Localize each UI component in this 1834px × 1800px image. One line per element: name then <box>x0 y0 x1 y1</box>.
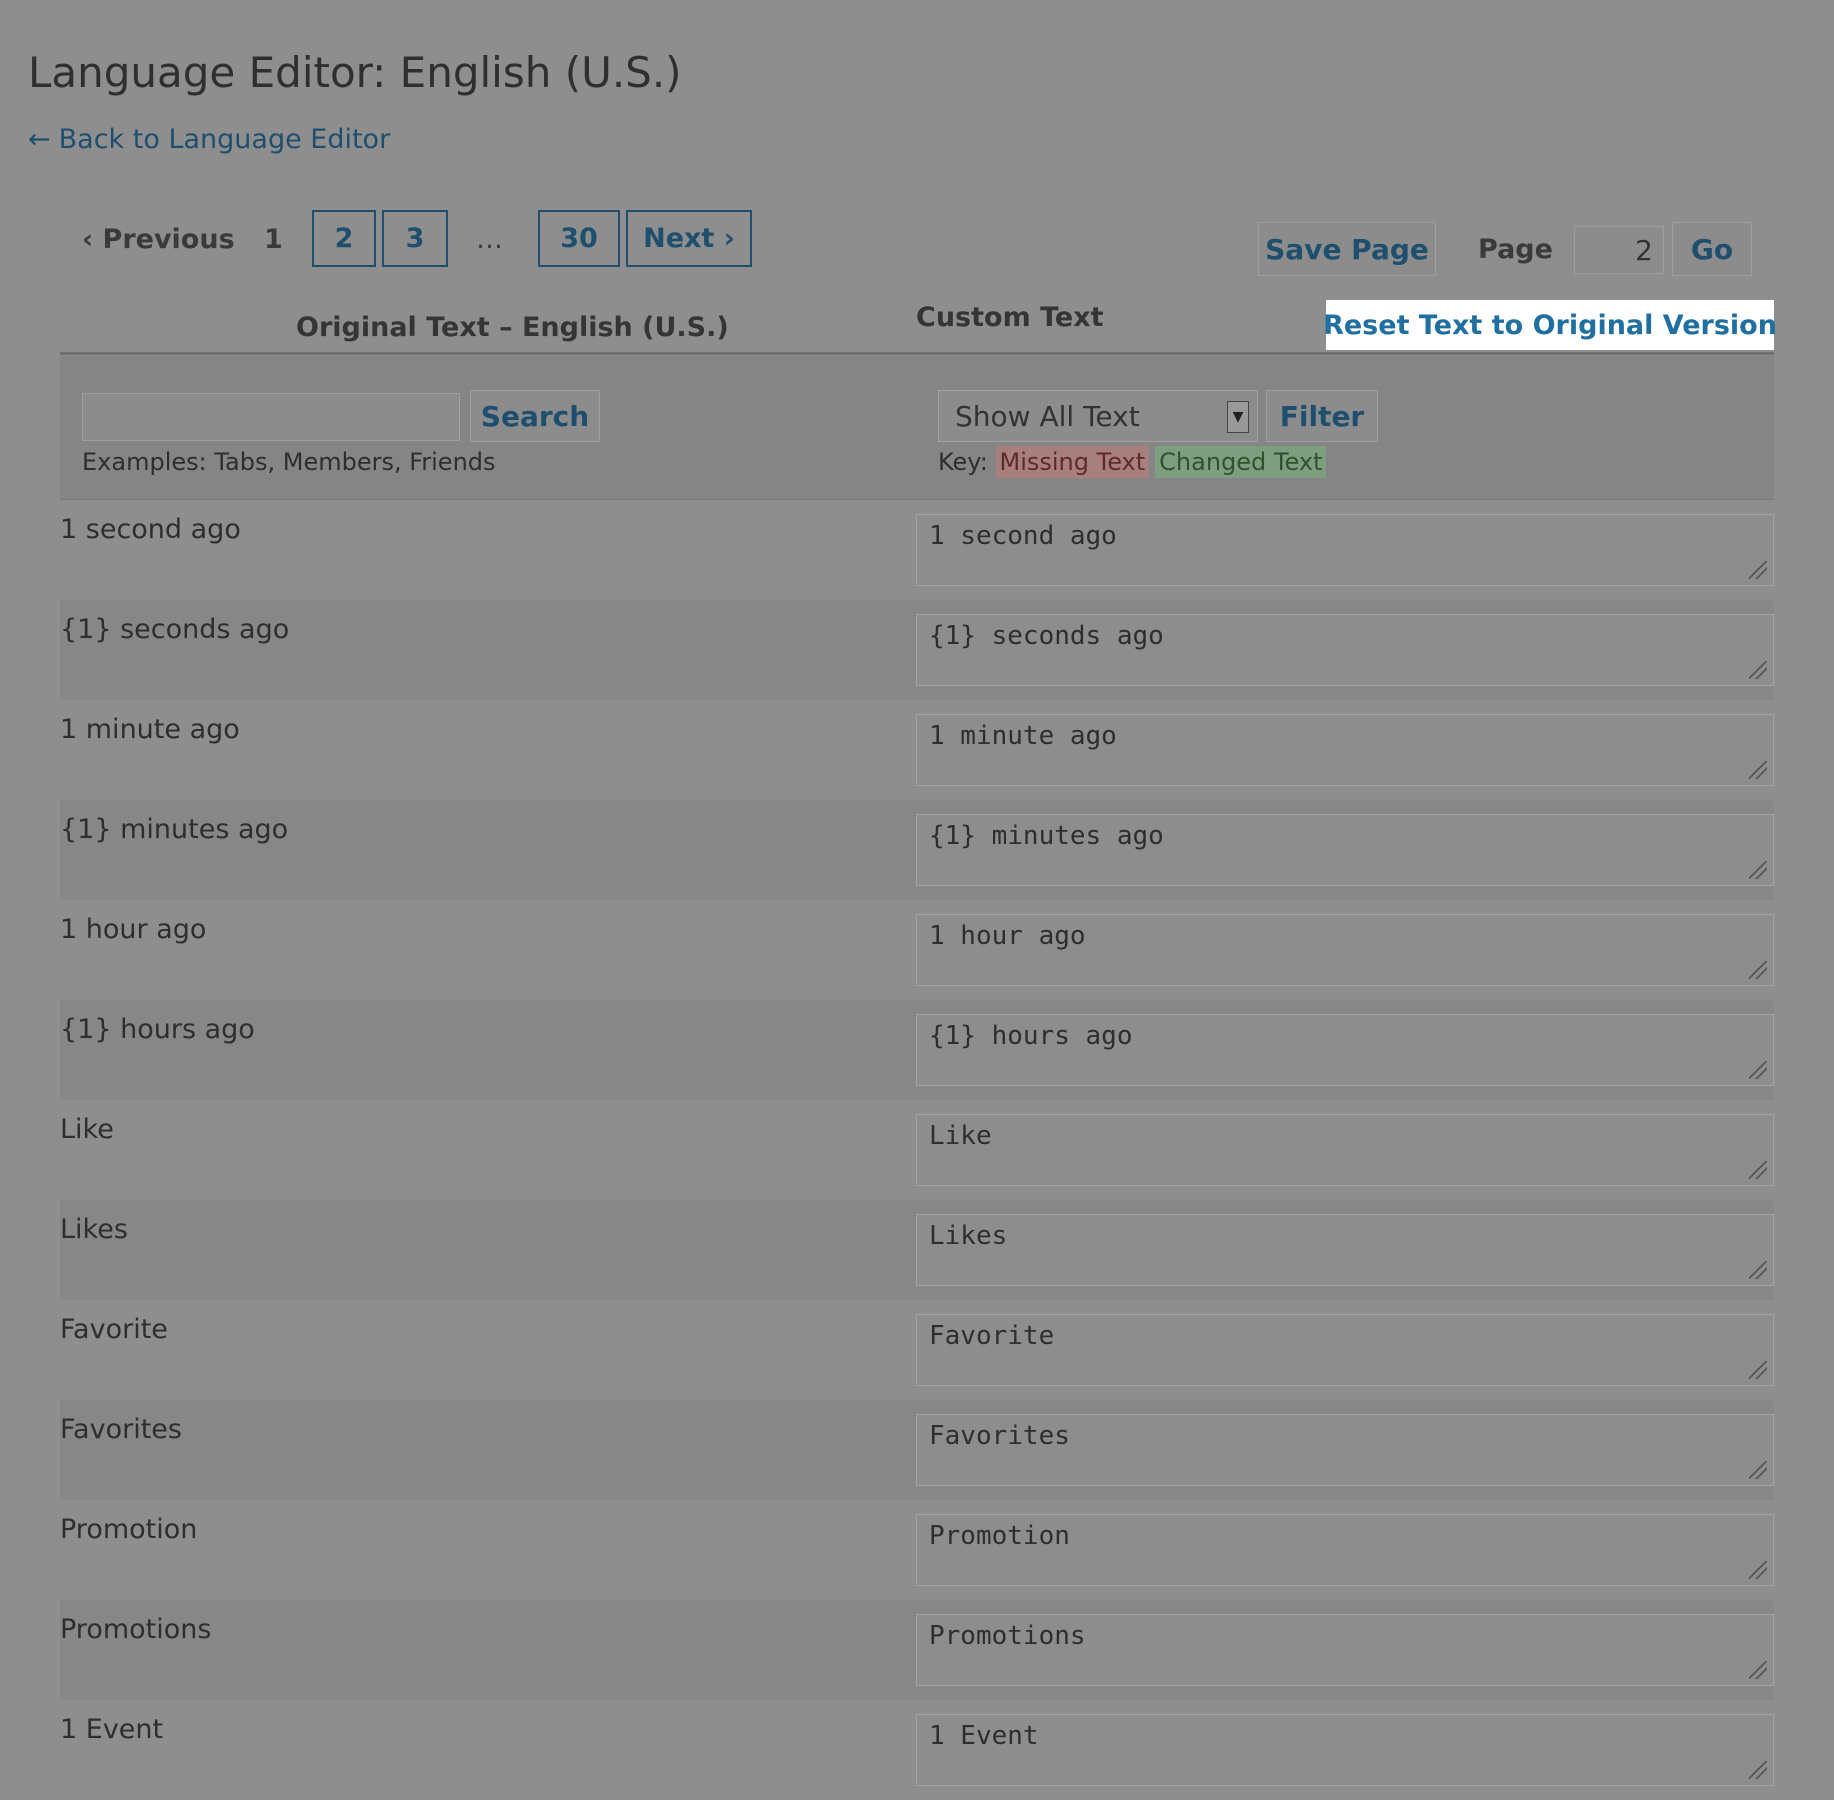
translation-row: 1 minute ago 1 minute ago <box>60 700 1774 800</box>
original-text: 1 second ago <box>60 514 241 545</box>
page-link-3[interactable]: 3 <box>382 210 448 267</box>
custom-text-value: Promotions <box>929 1621 1086 1651</box>
resize-grip-icon[interactable] <box>1749 1561 1767 1579</box>
custom-text-field[interactable]: Favorite <box>916 1314 1774 1386</box>
translation-rows: 1 second ago 1 second ago {1} seconds ag… <box>60 500 1774 1800</box>
custom-text-value: Like <box>929 1121 992 1151</box>
changed-text-key-badge: Changed Text <box>1155 446 1327 478</box>
color-key-label: Key: <box>938 448 988 476</box>
resize-grip-icon[interactable] <box>1749 561 1767 579</box>
search-input[interactable] <box>82 393 460 441</box>
original-text: 1 minute ago <box>60 714 240 745</box>
resize-grip-icon[interactable] <box>1749 861 1767 879</box>
custom-text-column-header: Custom Text <box>916 302 1104 333</box>
missing-text-key-badge: Missing Text <box>995 446 1150 478</box>
custom-text-field[interactable]: Like <box>916 1114 1774 1186</box>
custom-text-field[interactable]: {1} hours ago <box>916 1014 1774 1086</box>
translation-row: Promotion Promotion <box>60 1500 1774 1600</box>
translation-row: 1 second ago 1 second ago <box>60 500 1774 600</box>
translation-row: {1} minutes ago {1} minutes ago <box>60 800 1774 900</box>
translation-row: Favorite Favorite <box>60 1300 1774 1400</box>
translation-row: Promotions Promotions <box>60 1600 1774 1700</box>
current-page-number: 1 <box>264 224 283 255</box>
resize-grip-icon[interactable] <box>1749 961 1767 979</box>
resize-grip-icon[interactable] <box>1749 1661 1767 1679</box>
back-link-label: Back to Language Editor <box>58 124 391 155</box>
custom-text-value: Promotion <box>929 1521 1070 1551</box>
translation-row: Likes Likes <box>60 1200 1774 1300</box>
original-text: Promotions <box>60 1614 212 1645</box>
custom-text-field[interactable]: {1} minutes ago <box>916 814 1774 886</box>
custom-text-field[interactable]: Favorites <box>916 1414 1774 1486</box>
custom-text-value: 1 minute ago <box>929 721 1117 751</box>
reset-to-original-link[interactable]: Reset Text to Original Version <box>1323 300 1777 350</box>
text-filter-selected-value: Show All Text <box>955 399 1140 433</box>
original-text: Like <box>60 1114 114 1145</box>
translation-row: Favorites Favorites <box>60 1400 1774 1500</box>
save-page-button[interactable]: Save Page <box>1258 222 1436 276</box>
custom-text-field[interactable]: 1 hour ago <box>916 914 1774 986</box>
custom-text-value: Likes <box>929 1221 1008 1251</box>
custom-text-value: {1} minutes ago <box>929 821 1164 851</box>
resize-grip-icon[interactable] <box>1749 1461 1767 1479</box>
custom-text-value: {1} hours ago <box>929 1021 1133 1051</box>
translation-row: {1} hours ago {1} hours ago <box>60 1000 1774 1100</box>
page-link-2[interactable]: 2 <box>312 210 376 267</box>
original-text: {1} minutes ago <box>60 814 289 845</box>
resize-grip-icon[interactable] <box>1749 1761 1767 1779</box>
custom-text-field[interactable]: 1 second ago <box>916 514 1774 586</box>
back-to-language-editor-link[interactable]: ← Back to Language Editor <box>28 124 390 155</box>
custom-text-field[interactable]: Likes <box>916 1214 1774 1286</box>
original-text: Favorites <box>60 1414 182 1445</box>
custom-text-value: Favorites <box>929 1421 1070 1451</box>
resize-grip-icon[interactable] <box>1749 1161 1767 1179</box>
go-button[interactable]: Go <box>1672 222 1752 276</box>
translation-row: 1 hour ago 1 hour ago <box>60 900 1774 1000</box>
custom-text-value: {1} seconds ago <box>929 621 1164 651</box>
custom-text-field[interactable]: 1 Event <box>916 1714 1774 1786</box>
back-arrow-icon: ← <box>28 124 51 155</box>
color-key: Key: Missing Text Changed Text <box>938 446 1327 478</box>
original-text: Promotion <box>60 1514 198 1545</box>
search-examples-hint: Examples: Tabs, Members, Friends <box>82 448 496 476</box>
resize-grip-icon[interactable] <box>1749 761 1767 779</box>
translation-row: {1} seconds ago {1} seconds ago <box>60 600 1774 700</box>
text-filter-select[interactable]: Show All Text ▼ <box>938 390 1258 442</box>
custom-text-value: 1 Event <box>929 1721 1039 1751</box>
previous-page-link[interactable]: ‹ Previous <box>82 224 235 255</box>
original-text: Favorite <box>60 1314 168 1345</box>
page-jump-label: Page <box>1478 234 1553 265</box>
custom-text-field[interactable]: {1} seconds ago <box>916 614 1774 686</box>
resize-grip-icon[interactable] <box>1749 1061 1767 1079</box>
translation-row: 1 Event 1 Event <box>60 1700 1774 1800</box>
next-page-link[interactable]: Next › <box>626 210 752 267</box>
custom-text-field[interactable]: Promotions <box>916 1614 1774 1686</box>
page-link-30[interactable]: 30 <box>538 210 620 267</box>
custom-text-value: Favorite <box>929 1321 1055 1351</box>
original-text: {1} hours ago <box>60 1014 255 1045</box>
original-text-column-header: Original Text – English (U.S.) <box>296 312 729 343</box>
translation-row: Like Like <box>60 1100 1774 1200</box>
pagination-ellipsis: … <box>476 224 503 255</box>
custom-text-value: 1 second ago <box>929 521 1117 551</box>
resize-grip-icon[interactable] <box>1749 1261 1767 1279</box>
search-button[interactable]: Search <box>470 390 600 442</box>
resize-grip-icon[interactable] <box>1749 661 1767 679</box>
custom-text-field[interactable]: Promotion <box>916 1514 1774 1586</box>
chevron-down-icon: ▼ <box>1227 401 1249 433</box>
resize-grip-icon[interactable] <box>1749 1361 1767 1379</box>
custom-text-value: 1 hour ago <box>929 921 1086 951</box>
original-text: 1 hour ago <box>60 914 207 945</box>
header-divider <box>60 352 1774 355</box>
original-text: Likes <box>60 1214 128 1245</box>
page-jump-input[interactable]: 2 <box>1574 226 1664 274</box>
page-title: Language Editor: English (U.S.) <box>28 48 682 97</box>
filter-button[interactable]: Filter <box>1266 390 1378 442</box>
original-text: {1} seconds ago <box>60 614 290 645</box>
original-text: 1 Event <box>60 1714 164 1745</box>
custom-text-field[interactable]: 1 minute ago <box>916 714 1774 786</box>
